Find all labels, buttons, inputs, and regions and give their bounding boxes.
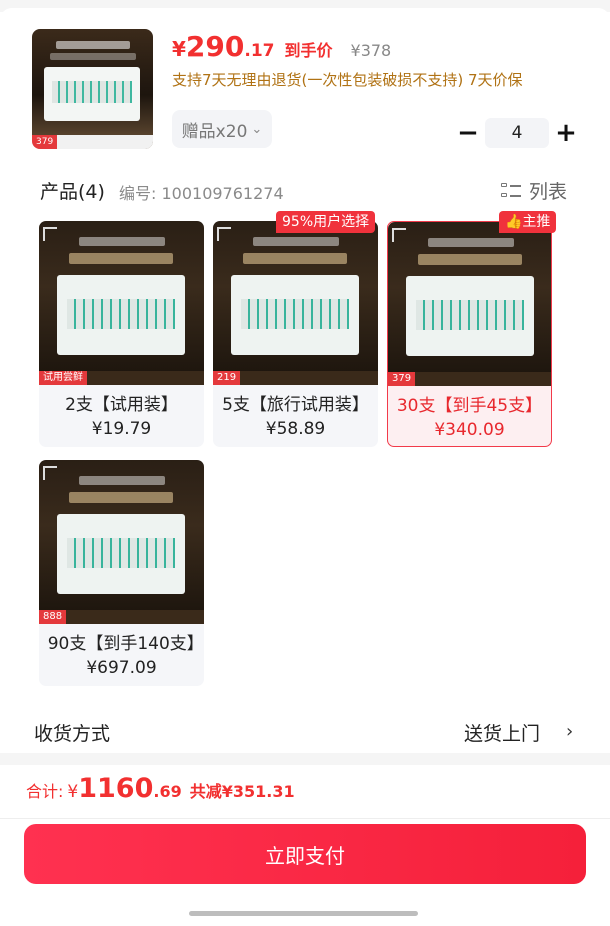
original-price: ¥378 [350, 41, 392, 60]
product-option-card[interactable]: 219 5支【旅行试用装】¥58.89 [213, 221, 378, 447]
price-row: ¥ 290 .17 到手价 ¥378 [172, 30, 391, 66]
product-option-card[interactable]: 试用尝鲜 2支【试用装】¥19.79 [39, 221, 204, 447]
product-option-card-selected[interactable]: 379 30支【到手45支】¥340.09 [387, 221, 552, 447]
price-decimal: .17 [244, 41, 275, 61]
image-subtitle-strip [69, 492, 173, 503]
product-option-card[interactable]: 888 90支【到手140支】¥697.09 [39, 460, 204, 686]
product-option-image: 试用尝鲜 [39, 221, 204, 385]
popular-choice-badge: 95%用户选择 [276, 211, 376, 233]
image-tag: 219 [213, 371, 241, 385]
product-option-name: 5支【旅行试用装】¥58.89 [222, 395, 369, 439]
total-integer: 1160 [78, 773, 154, 804]
price-integer: 290 [185, 30, 245, 63]
product-option-image: 219 [213, 221, 378, 385]
price-label: 到手价 [284, 41, 333, 60]
expand-icon[interactable] [43, 466, 57, 480]
image-tag: 888 [39, 610, 67, 624]
list-view-toggle[interactable]: 列表 [501, 177, 567, 204]
image-product-box [406, 276, 534, 356]
total-currency: ¥ [67, 782, 79, 802]
quantity-input[interactable]: 4 [485, 118, 549, 148]
total-saving: 共减¥351.31 [189, 782, 295, 801]
image-product-box [57, 514, 185, 594]
pay-now-button[interactable]: 立即支付 [24, 824, 586, 884]
product-option-image: 888 [39, 460, 204, 624]
image-title-strip [79, 476, 165, 485]
return-policy: 支持7天无理由退货(一次性包装破损不支持) 7天价保 [172, 71, 523, 89]
gift-selector[interactable]: 赠品x20 ⌄ [172, 110, 272, 148]
products-title: 产品(4) [40, 181, 105, 203]
total-decimal: .69 [153, 782, 182, 801]
gift-label: 赠品x20 [181, 121, 248, 142]
chevron-down-icon: ⌄ [251, 121, 263, 137]
delivery-method-label: 收货方式 [34, 723, 111, 745]
product-option-name: 2支【试用装】¥19.79 [65, 395, 178, 439]
product-option-name: 30支【到手45支】¥340.09 [396, 396, 543, 440]
expand-icon[interactable] [392, 228, 406, 242]
thumbnail-product-box [44, 67, 140, 121]
price-currency: ¥ [172, 37, 186, 61]
image-title-strip [253, 237, 339, 246]
expand-icon[interactable] [217, 227, 231, 241]
thumbnail-price-tag: 379 [32, 135, 58, 149]
image-title-strip [428, 238, 514, 247]
product-option-image: 379 [388, 222, 551, 386]
thumbnail-subtitle-strip [50, 53, 136, 60]
recommended-badge: 👍主推 [499, 211, 557, 233]
image-tag: 试用尝鲜 [39, 371, 87, 385]
image-product-box [57, 275, 185, 355]
product-option-name: 90支【到手140支】¥697.09 [47, 634, 196, 678]
divider [0, 818, 610, 819]
image-tag: 379 [388, 372, 416, 386]
product-code: 编号: 100109761274 [119, 184, 284, 203]
total-label: 合计: [26, 782, 64, 801]
image-product-box [231, 275, 359, 355]
chevron-right-icon[interactable]: › [566, 721, 573, 742]
decrease-quantity-button[interactable]: − [455, 117, 481, 149]
order-total: 合计: ¥ 1160 .69 共减¥351.31 [0, 765, 610, 817]
home-indicator [189, 911, 418, 916]
thumbnail-title-strip [56, 41, 130, 49]
increase-quantity-button[interactable]: + [553, 117, 579, 149]
section-gap [0, 753, 610, 765]
image-subtitle-strip [69, 253, 173, 264]
image-subtitle-strip [418, 254, 522, 265]
image-subtitle-strip [243, 253, 347, 264]
product-thumbnail: 379 [32, 29, 153, 149]
list-icon [501, 182, 521, 200]
expand-icon[interactable] [43, 227, 57, 241]
quantity-stepper: − 4 + [455, 117, 580, 149]
list-toggle-label: 列表 [529, 181, 568, 203]
image-title-strip [79, 237, 165, 246]
delivery-method-value[interactable]: 送货上门 [464, 719, 540, 746]
